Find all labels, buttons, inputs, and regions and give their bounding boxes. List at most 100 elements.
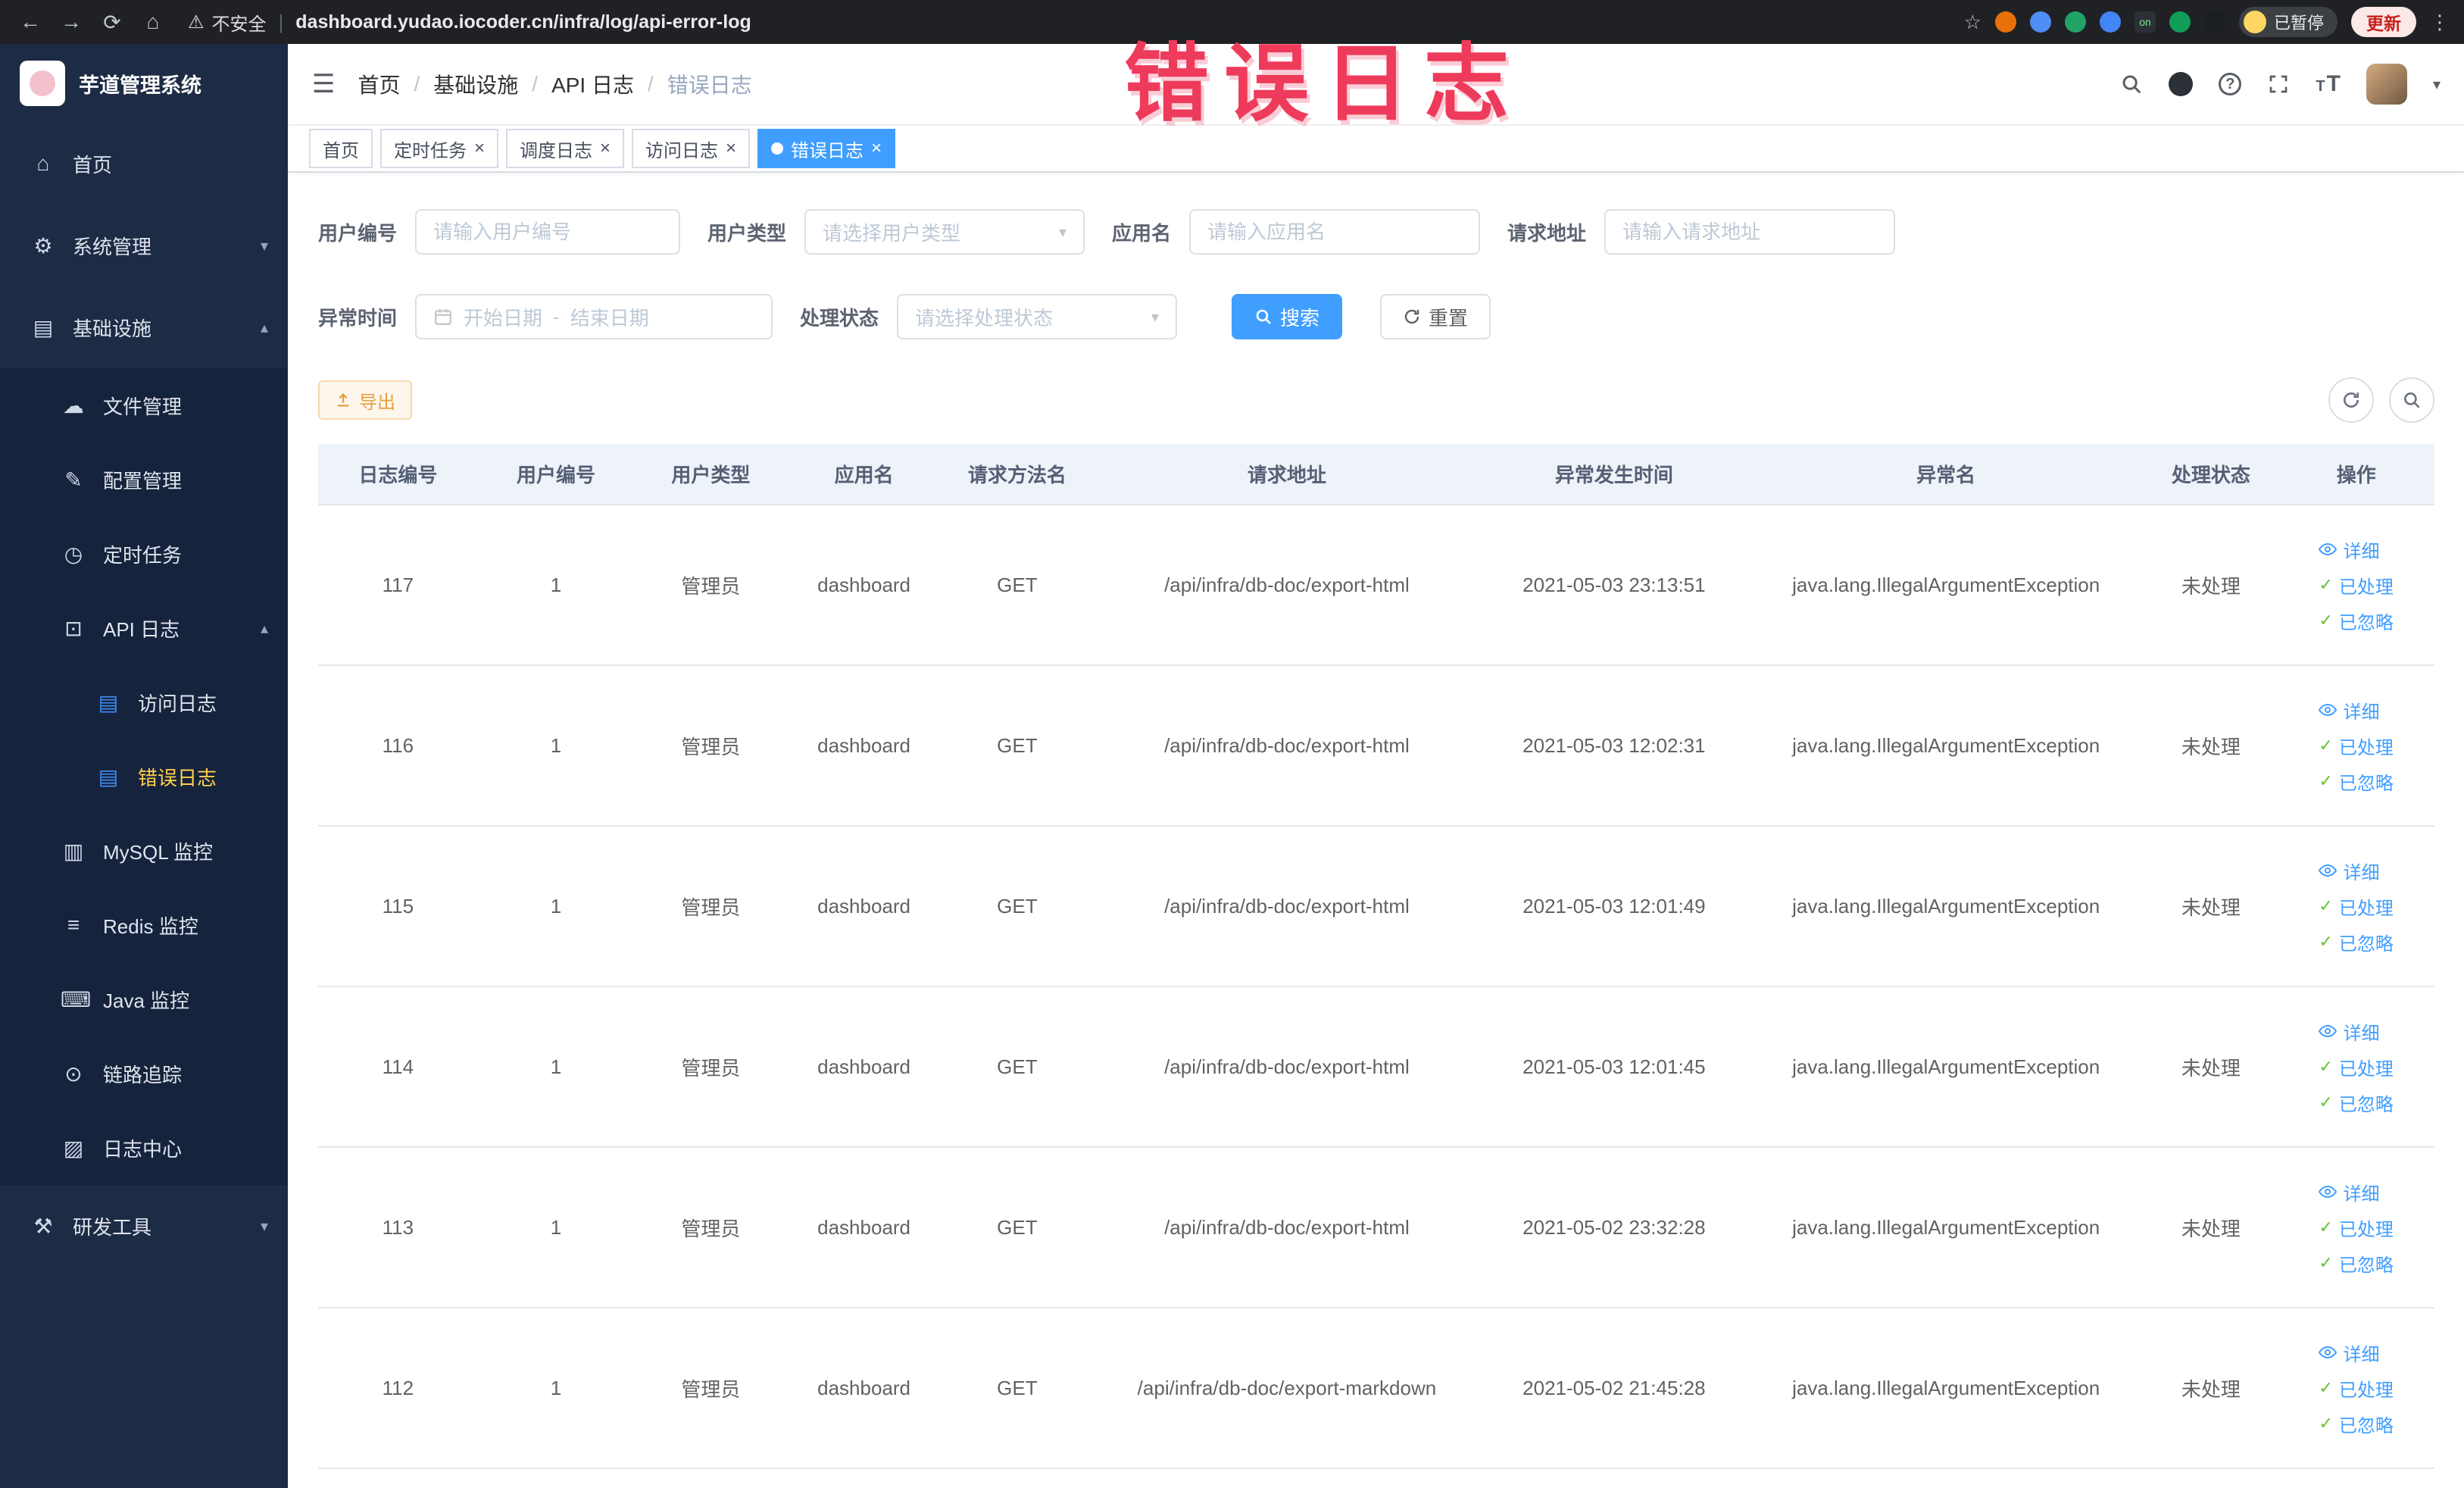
browser-home-icon[interactable]: ⌂: [138, 10, 168, 34]
sidebar-item-trace[interactable]: ⊙ 链路追踪: [0, 1036, 288, 1111]
detail-link[interactable]: 详细: [2319, 1018, 2379, 1045]
user-id-input[interactable]: [415, 209, 681, 255]
cell-user-type: 管理员: [634, 1308, 788, 1469]
breadcrumb-current: 错误日志: [667, 73, 752, 97]
tab-error-log[interactable]: 错误日志 ×: [757, 129, 896, 168]
refresh-icon[interactable]: [2328, 377, 2374, 423]
sidebar-item-file-manage[interactable]: ☁ 文件管理: [0, 368, 288, 442]
extension-icon-4[interactable]: [2099, 11, 2121, 33]
browser-reload-icon[interactable]: ⟳: [97, 10, 127, 35]
sidebar-item-config-manage[interactable]: ✎ 配置管理: [0, 442, 288, 517]
sidebar-item-redis-monitor[interactable]: ≡ Redis 监控: [0, 888, 288, 962]
mark-ignored-link[interactable]: ✓ 已忽略: [2319, 768, 2393, 795]
reset-button[interactable]: 重置: [1380, 294, 1491, 339]
close-icon[interactable]: ×: [600, 139, 611, 158]
user-type-select[interactable]: 请选择用户类型 ▾: [804, 209, 1085, 255]
search-toggle-icon[interactable]: [2389, 377, 2434, 423]
extension-icon-3[interactable]: [2064, 11, 2086, 33]
sidebar-item-log-center[interactable]: ▨ 日志中心: [0, 1111, 288, 1185]
mark-ignored-link[interactable]: ✓ 已忽略: [2319, 1411, 2393, 1437]
mark-ignored-link[interactable]: ✓ 已忽略: [2319, 1089, 2393, 1116]
breadcrumb-infra[interactable]: 基础设施: [433, 69, 518, 99]
hamburger-icon[interactable]: ☰: [312, 69, 335, 99]
cell-status: 未处理: [2144, 1308, 2278, 1469]
github-icon[interactable]: [2169, 72, 2194, 96]
extension-icon-1[interactable]: [1994, 11, 2016, 33]
close-icon[interactable]: ×: [871, 139, 882, 158]
check-icon: ✓: [2319, 575, 2333, 594]
cell-user-id: 1: [477, 826, 635, 987]
sidebar-item-dev-tools[interactable]: ⚒ 研发工具 ▾: [0, 1185, 288, 1267]
mark-processed-link[interactable]: ✓ 已处理: [2319, 572, 2393, 599]
tab-access-log[interactable]: 访问日志 ×: [632, 129, 751, 168]
mark-processed-link[interactable]: ✓ 已处理: [2319, 1375, 2393, 1402]
range-separator: -: [553, 305, 560, 328]
table-row: 116 1 管理员 dashboard GET /api/infra/db-do…: [318, 665, 2434, 827]
tab-home[interactable]: 首页: [309, 129, 373, 168]
security-status[interactable]: ⚠ 不安全: [188, 9, 267, 36]
sidebar-item-scheduled-job[interactable]: ◷ 定时任务: [0, 517, 288, 591]
help-icon[interactable]: ?: [2219, 73, 2242, 95]
browser-forward-icon[interactable]: →: [56, 10, 86, 34]
breadcrumb-api-log[interactable]: API 日志: [551, 69, 634, 99]
sidebar-item-access-log[interactable]: ▤ 访问日志: [0, 665, 288, 739]
cell-exception-time: 2021-05-03 12:02:31: [1479, 665, 1748, 827]
mark-ignored-link[interactable]: ✓ 已忽略: [2319, 608, 2393, 634]
mark-processed-link[interactable]: ✓ 已处理: [2319, 1054, 2393, 1080]
extension-icon-on[interactable]: on: [2134, 11, 2156, 33]
sidebar-item-system[interactable]: ⚙ 系统管理 ▾: [0, 205, 288, 286]
close-icon[interactable]: ×: [474, 139, 485, 158]
search-button[interactable]: 搜索: [1232, 294, 1343, 339]
date-range-picker[interactable]: 开始日期 - 结束日期: [415, 294, 773, 339]
bookmark-star-icon[interactable]: ☆: [1964, 11, 1982, 34]
cell-actions: 详细 ✓ 已处理 ✓ 已忽略: [2278, 1147, 2434, 1308]
filter-user-id: 用户编号: [318, 209, 681, 255]
detail-link[interactable]: 详细: [2319, 697, 2379, 724]
avatar-caret-icon[interactable]: ▾: [2433, 75, 2441, 94]
profile-paused-badge[interactable]: 已暂停: [2238, 7, 2338, 37]
url-text[interactable]: dashboard.yudao.iocoder.cn/infra/log/api…: [295, 11, 751, 33]
mark-processed-link[interactable]: ✓ 已处理: [2319, 733, 2393, 759]
status-select[interactable]: 请选择处理状态 ▾: [897, 294, 1178, 339]
col-request-url: 请求地址: [1093, 444, 1480, 505]
close-icon[interactable]: ×: [726, 139, 736, 158]
detail-link[interactable]: 详细: [2319, 1179, 2379, 1205]
sidebar-item-api-log[interactable]: ⊡ API 日志 ▴: [0, 591, 288, 665]
user-type-label: 用户类型: [707, 221, 787, 245]
extension-icon-5[interactable]: [2169, 11, 2191, 33]
sidebar-item-error-log[interactable]: ▤ 错误日志: [0, 739, 288, 814]
extension-icon-2[interactable]: [2029, 11, 2051, 33]
user-avatar[interactable]: [2366, 64, 2407, 105]
mark-ignored-link[interactable]: ✓ 已忽略: [2319, 929, 2393, 955]
detail-link[interactable]: 详细: [2319, 1340, 2379, 1366]
request-url-input[interactable]: [1604, 209, 1896, 255]
font-size-icon[interactable]: TT: [2316, 73, 2341, 95]
cell-method: GET: [940, 505, 1094, 666]
sidebar-item-java-monitor[interactable]: ⌨ Java 监控: [0, 962, 288, 1036]
tab-dispatch-log[interactable]: 调度日志 ×: [506, 129, 625, 168]
breadcrumb-home[interactable]: 首页: [358, 69, 400, 99]
search-icon[interactable]: [2120, 73, 2143, 95]
omnibox[interactable]: ⚠ 不安全 | dashboard.yudao.iocoder.cn/infra…: [188, 9, 1953, 36]
sidebar-item-home[interactable]: ⌂ 首页: [0, 123, 288, 205]
sidebar-item-infra[interactable]: ▤ 基础设施 ▴: [0, 286, 288, 368]
browser-extensions-area: ☆ on 已暂停 更新 ⋮: [1964, 7, 2450, 37]
app-logo[interactable]: 芋道管理系统: [0, 44, 288, 123]
export-button[interactable]: 导出: [318, 380, 412, 420]
mark-ignored-link[interactable]: ✓ 已忽略: [2319, 1250, 2393, 1277]
extension-puzzle-icon[interactable]: [2203, 11, 2225, 33]
breadcrumb: 首页 / 基础设施 / API 日志 / 错误日志: [358, 69, 751, 99]
browser-back-icon[interactable]: ←: [15, 10, 45, 34]
chrome-update-button[interactable]: 更新: [2351, 7, 2416, 37]
mark-processed-link[interactable]: ✓ 已处理: [2319, 893, 2393, 920]
sidebar-item-mysql-monitor[interactable]: ▥ MySQL 监控: [0, 814, 288, 888]
detail-link[interactable]: 详细: [2319, 858, 2379, 884]
app-title: 芋道管理系统: [79, 73, 201, 97]
browser-menu-icon[interactable]: ⋮: [2430, 11, 2450, 34]
fullscreen-icon[interactable]: [2267, 73, 2290, 95]
app-name-input[interactable]: [1189, 209, 1481, 255]
detail-link[interactable]: 详细: [2319, 536, 2379, 563]
document-icon: ▤: [98, 690, 119, 714]
mark-processed-link[interactable]: ✓ 已处理: [2319, 1214, 2393, 1241]
tab-scheduled-job[interactable]: 定时任务 ×: [380, 129, 499, 168]
